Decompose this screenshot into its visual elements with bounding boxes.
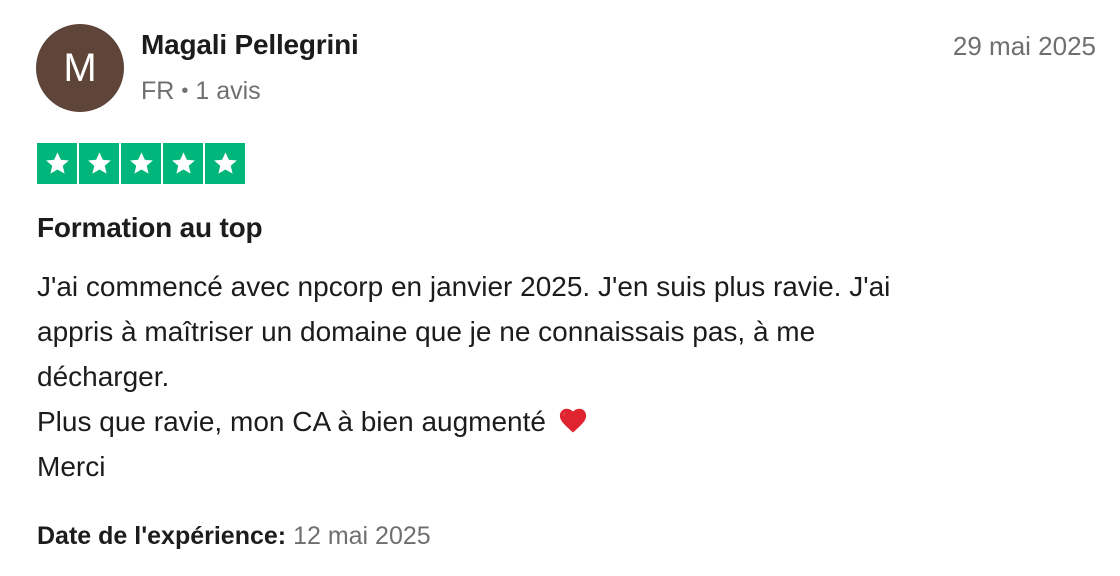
review-card: M Magali Pellegrini FR • 1 avis 29 mai 2… <box>0 0 1120 576</box>
star-icon <box>205 143 245 184</box>
star-icon <box>121 143 161 184</box>
experience-date: Date de l'expérience: 12 mai 2025 <box>37 519 431 553</box>
avatar-initial: M <box>63 45 97 90</box>
review-body-line: Plus que ravie, mon CA à bien augmenté <box>37 406 546 437</box>
review-body-line: J'ai commencé avec npcorp en janvier 202… <box>37 271 891 302</box>
experience-date-label: Date de l'expérience: <box>37 522 287 550</box>
review-body-line-with-heart: Plus que ravie, mon CA à bien augmenté <box>37 399 1077 444</box>
review-body-line: Merci <box>37 451 106 482</box>
star-icon <box>79 143 119 184</box>
meta-separator: • <box>181 80 189 102</box>
review-body-line: décharger. <box>37 361 170 392</box>
reviewer-name[interactable]: Magali Pellegrini <box>141 28 359 62</box>
reviewer-country: FR <box>141 77 175 105</box>
review-title: Formation au top <box>37 212 263 243</box>
review-body: J'ai commencé avec npcorp en janvier 202… <box>37 264 1077 489</box>
review-body-line: appris à maîtriser un domaine que je ne … <box>37 316 816 347</box>
avatar: M <box>36 24 124 112</box>
experience-date-value: 12 mai 2025 <box>293 522 431 550</box>
star-icon <box>37 143 77 184</box>
reviewer-review-count: 1 avis <box>195 77 261 105</box>
reviewer-meta: FR • 1 avis <box>141 75 261 107</box>
star-rating <box>37 143 245 184</box>
star-icon <box>163 143 203 184</box>
red-heart-icon <box>559 407 587 435</box>
review-published-date: 29 mai 2025 <box>952 31 1096 61</box>
